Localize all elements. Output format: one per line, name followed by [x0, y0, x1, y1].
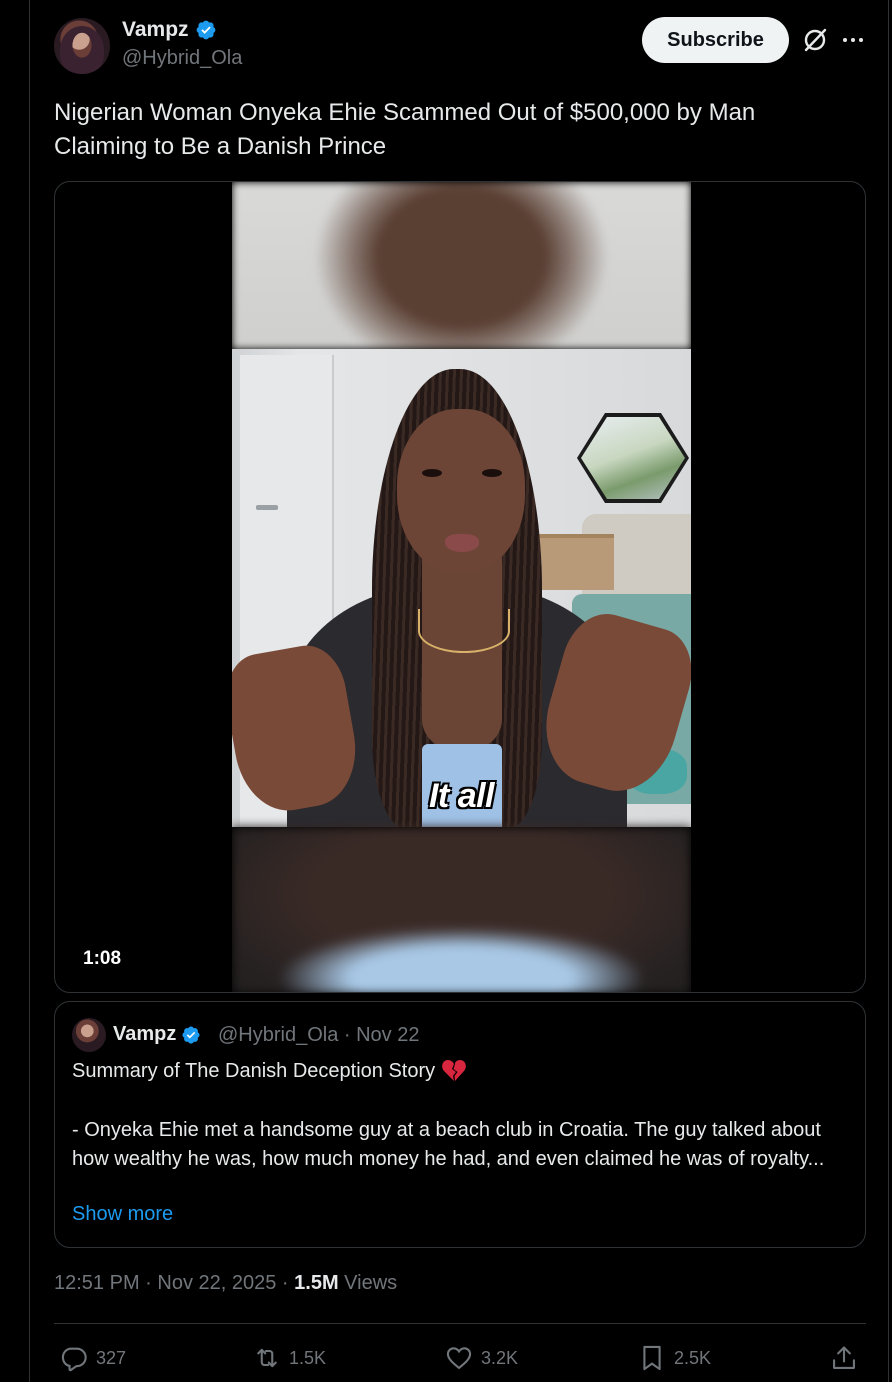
more-icon[interactable] — [841, 28, 865, 52]
show-more-link[interactable]: Show more — [72, 1203, 173, 1226]
author-name[interactable]: Vampz — [122, 18, 189, 42]
repost-button[interactable]: 1.5K — [253, 1344, 326, 1372]
share-icon — [833, 1346, 855, 1369]
quoted-title: Summary of The Danish Deception Story — [72, 1059, 436, 1082]
broken-heart-icon — [442, 1060, 466, 1081]
quoted-title-row: Summary of The Danish Deception Story — [72, 1059, 467, 1083]
quoted-author-name[interactable]: Vampz — [113, 1023, 176, 1046]
video-scene: It all — [232, 349, 691, 827]
video-frame[interactable]: It all — [232, 182, 691, 992]
video-blur-bottom — [232, 827, 691, 992]
repost-count: 1.5K — [289, 1347, 327, 1368]
quoted-author-avatar[interactable] — [72, 1018, 106, 1052]
reply-button[interactable]: 327 — [60, 1344, 126, 1372]
reply-icon — [61, 1347, 87, 1372]
views-label: Views — [338, 1272, 398, 1294]
like-icon — [446, 1347, 472, 1370]
quoted-tweet[interactable]: Vampz @Hybrid_Ola · Nov 22 Summary of Th… — [54, 1001, 866, 1248]
video-duration: 1:08 — [77, 947, 128, 971]
verified-badge-icon — [196, 20, 215, 40]
author-handle[interactable]: @Hybrid_Ola — [122, 47, 242, 70]
quoted-body: - Onyeka Ehie met a handsome guy at a be… — [72, 1119, 825, 1170]
divider — [54, 1323, 866, 1324]
author-name-row[interactable]: Vampz — [122, 18, 217, 42]
quoted-meta: @Hybrid_Ola · Nov 22 — [218, 1024, 420, 1046]
video-blur-top — [232, 182, 691, 349]
author-avatar[interactable] — [54, 18, 110, 74]
like-count: 3.2K — [481, 1347, 519, 1368]
grok-icon[interactable] — [801, 26, 829, 54]
quoted-author-name-row[interactable]: Vampz — [113, 1023, 201, 1046]
left-border — [29, 0, 30, 1382]
tweet-timestamp[interactable]: 12:51 PM · Nov 22, 2025 · — [54, 1272, 294, 1294]
subscribe-button[interactable]: Subscribe — [642, 17, 789, 63]
verified-badge-icon — [182, 1025, 200, 1044]
video-caption: It all — [428, 777, 495, 815]
tweet-meta: 12:51 PM · Nov 22, 2025 · 1.5M Views — [54, 1272, 397, 1295]
video-player[interactable]: It all 1:08 — [54, 181, 866, 993]
repost-icon — [257, 1348, 277, 1368]
bookmark-button[interactable]: 2.5K — [638, 1344, 711, 1372]
reply-count: 327 — [96, 1347, 127, 1368]
tweet-text: Nigerian Woman Onyeka Ehie Scammed Out o… — [54, 99, 756, 160]
share-button[interactable] — [830, 1344, 858, 1372]
right-border — [888, 0, 889, 1382]
bookmark-count: 2.5K — [674, 1347, 712, 1368]
bookmark-icon — [643, 1345, 661, 1371]
like-button[interactable]: 3.2K — [445, 1344, 518, 1372]
views-count: 1.5M — [294, 1272, 339, 1294]
